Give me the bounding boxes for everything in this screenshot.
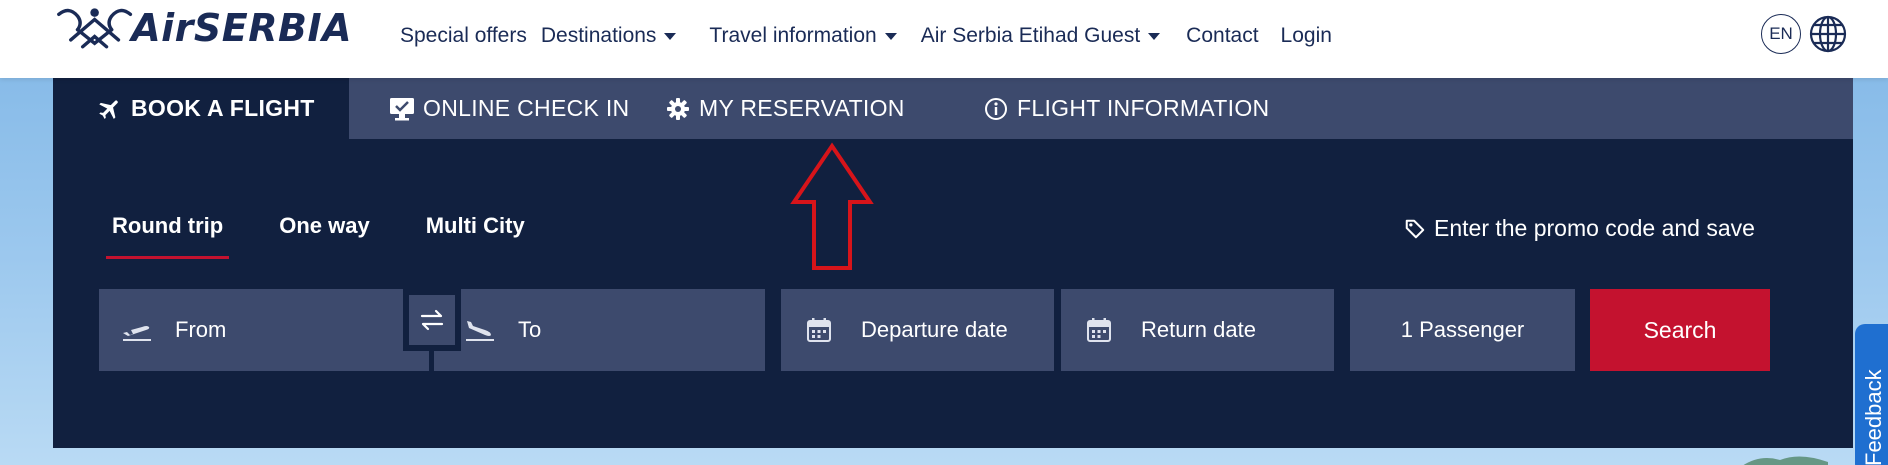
swap-arrows-icon bbox=[420, 309, 444, 331]
promo-code-link[interactable]: Enter the promo code and save bbox=[1404, 215, 1755, 242]
background-tree-decor bbox=[1743, 456, 1828, 465]
airplane-icon bbox=[97, 96, 123, 122]
nav-label: Destinations bbox=[540, 24, 657, 47]
tab-label: FLIGHT INFORMATION bbox=[1017, 95, 1270, 121]
passenger-count: 1 Passenger bbox=[1400, 317, 1525, 342]
nav-label: Travel information bbox=[709, 24, 877, 47]
promo-label: Enter the promo code and save bbox=[1434, 215, 1755, 241]
eagle-emblem-icon bbox=[57, 8, 133, 49]
takeoff-icon bbox=[119, 315, 155, 345]
calendar-icon bbox=[1081, 315, 1117, 345]
logo-wordmark: AirSERBIA bbox=[131, 6, 352, 50]
departure-placeholder: Departure date bbox=[861, 317, 1008, 342]
main-nav: Special offers Destinations Travel infor… bbox=[400, 22, 1358, 50]
nav-contact[interactable]: Contact bbox=[1186, 24, 1258, 48]
tab-book-a-flight[interactable]: BOOK A FLIGHT bbox=[53, 78, 349, 139]
tab-my-reservation[interactable]: MY RESERVATION bbox=[665, 78, 983, 139]
nav-special-offers[interactable]: Special offers bbox=[400, 24, 527, 48]
tab-online-check-in[interactable]: ONLINE CHECK IN bbox=[349, 78, 665, 139]
globe-icon[interactable] bbox=[1808, 14, 1848, 54]
nav-label: Air Serbia Etihad Guest bbox=[920, 24, 1141, 47]
monitor-check-icon bbox=[389, 96, 415, 122]
trip-type-selector: Round trip One way Multi City bbox=[106, 213, 575, 259]
nav-label: Login bbox=[1280, 24, 1332, 47]
chevron-down-icon bbox=[1148, 32, 1161, 40]
trip-round-trip[interactable]: Round trip bbox=[106, 213, 230, 259]
chevron-down-icon bbox=[664, 32, 677, 40]
landing-icon bbox=[462, 315, 498, 345]
calendar-icon bbox=[801, 315, 837, 345]
tab-label: BOOK A FLIGHT bbox=[131, 95, 315, 121]
nav-etihad-guest[interactable]: Air Serbia Etihad Guest bbox=[920, 24, 1161, 48]
to-placeholder: To bbox=[518, 317, 542, 342]
feedback-label: Feedback bbox=[1861, 369, 1886, 465]
nav-label: Special offers bbox=[400, 24, 527, 47]
nav-travel-information[interactable]: Travel information bbox=[709, 24, 897, 48]
search-button[interactable]: Search bbox=[1590, 289, 1770, 371]
airserbia-logo[interactable]: AirSERBIA bbox=[52, 2, 352, 54]
departure-date-field[interactable]: Departure date bbox=[781, 289, 1054, 371]
annotation-arrow-up-icon bbox=[790, 142, 874, 270]
swap-button[interactable] bbox=[403, 289, 461, 351]
nav-login[interactable]: Login bbox=[1281, 24, 1332, 48]
to-field[interactable]: To bbox=[434, 289, 765, 371]
booking-tabs: BOOK A FLIGHT ONLINE CHECK IN MY RESERVA… bbox=[53, 78, 1853, 139]
tag-icon bbox=[1405, 219, 1425, 238]
tab-flight-information[interactable]: FLIGHT INFORMATION bbox=[983, 78, 1269, 139]
language-selector[interactable]: EN bbox=[1761, 14, 1801, 54]
tab-label: ONLINE CHECK IN bbox=[423, 95, 630, 121]
chevron-down-icon bbox=[884, 32, 897, 40]
nav-destinations[interactable]: Destinations bbox=[541, 24, 677, 48]
trip-multi-city[interactable]: Multi City bbox=[420, 213, 531, 259]
return-date-field[interactable]: Return date bbox=[1061, 289, 1334, 371]
nav-label: Contact bbox=[1186, 24, 1259, 47]
from-placeholder: From bbox=[175, 317, 227, 342]
top-navigation-bar: AirSERBIA Special offers Destinations Tr… bbox=[0, 0, 1888, 78]
passenger-selector[interactable]: 1 Passenger bbox=[1350, 289, 1575, 371]
gear-icon bbox=[665, 96, 691, 122]
booking-widget: BOOK A FLIGHT ONLINE CHECK IN MY RESERVA… bbox=[53, 78, 1853, 448]
swap-icon-wrap bbox=[409, 295, 455, 345]
trip-one-way[interactable]: One way bbox=[273, 213, 375, 259]
info-icon bbox=[983, 96, 1009, 122]
feedback-tab[interactable]: Feedback bbox=[1855, 324, 1888, 465]
return-placeholder: Return date bbox=[1141, 317, 1256, 342]
tab-label: MY RESERVATION bbox=[699, 95, 905, 121]
from-field[interactable]: From bbox=[99, 289, 429, 371]
